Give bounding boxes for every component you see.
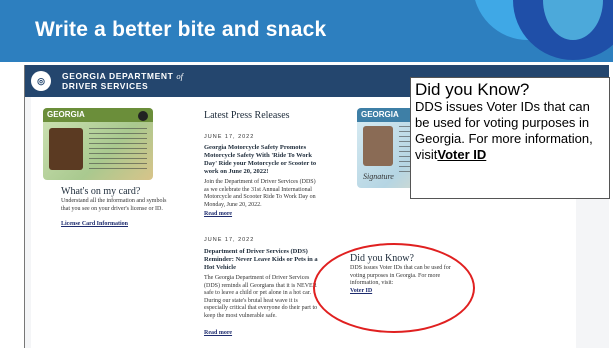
card-state-label: GEORGIA bbox=[361, 110, 399, 119]
callout-voter-id-link[interactable]: Voter ID bbox=[437, 147, 486, 162]
highlight-circle bbox=[313, 243, 475, 333]
press-releases-heading: Latest Press Releases bbox=[204, 110, 290, 121]
whats-on-my-card-heading: What's on my card? bbox=[61, 186, 141, 197]
card-photo bbox=[49, 128, 83, 170]
press-title[interactable]: Department of Driver Services (DDS) Remi… bbox=[204, 248, 322, 272]
callout-title: Did you Know? bbox=[415, 80, 530, 99]
dds-name-line1: GEORGIA DEPARTMENT bbox=[62, 71, 174, 81]
press-date: JUNE 17, 2022 bbox=[204, 134, 255, 140]
read-more-link[interactable]: Read more bbox=[204, 211, 232, 217]
dds-site-name[interactable]: GEORGIA DEPARTMENT of DRIVER SERVICES bbox=[62, 71, 183, 91]
callout-body: DDS issues Voter IDs that can be used fo… bbox=[415, 99, 605, 163]
add-icon[interactable] bbox=[138, 111, 148, 121]
dds-name-of: of bbox=[176, 71, 183, 81]
card-signature: Signature bbox=[363, 172, 394, 181]
card-state-label: GEORGIA bbox=[47, 110, 85, 119]
slide-header: Write a better bite and snack bbox=[0, 0, 613, 62]
press-body: The Georgia Department of Driver Service… bbox=[204, 275, 318, 319]
press-date: JUNE 17, 2022 bbox=[204, 237, 255, 243]
card-photo bbox=[363, 126, 393, 166]
press-title[interactable]: Georgia Motorcycle Safety Promotes Motor… bbox=[204, 144, 322, 176]
slide: Write a better bite and snack ◎ GEORGIA … bbox=[0, 0, 613, 348]
drivers-license-card-image: GEORGIA bbox=[43, 108, 153, 180]
did-you-know-callout: Did you Know? DDS issues Voter IDs that … bbox=[410, 77, 610, 199]
press-body: Join the Department of Driver Services (… bbox=[204, 179, 316, 208]
slide-title: Write a better bite and snack bbox=[35, 18, 327, 41]
read-more-link[interactable]: Read more bbox=[204, 330, 232, 336]
whats-on-my-card-body: Understand all the information and symbo… bbox=[61, 198, 167, 212]
license-card-info-link[interactable]: License Card Information bbox=[61, 221, 128, 227]
dds-name-line2: DRIVER SERVICES bbox=[62, 81, 149, 91]
georgia-seal-icon[interactable]: ◎ bbox=[31, 71, 51, 91]
card-text-lines bbox=[89, 128, 147, 172]
